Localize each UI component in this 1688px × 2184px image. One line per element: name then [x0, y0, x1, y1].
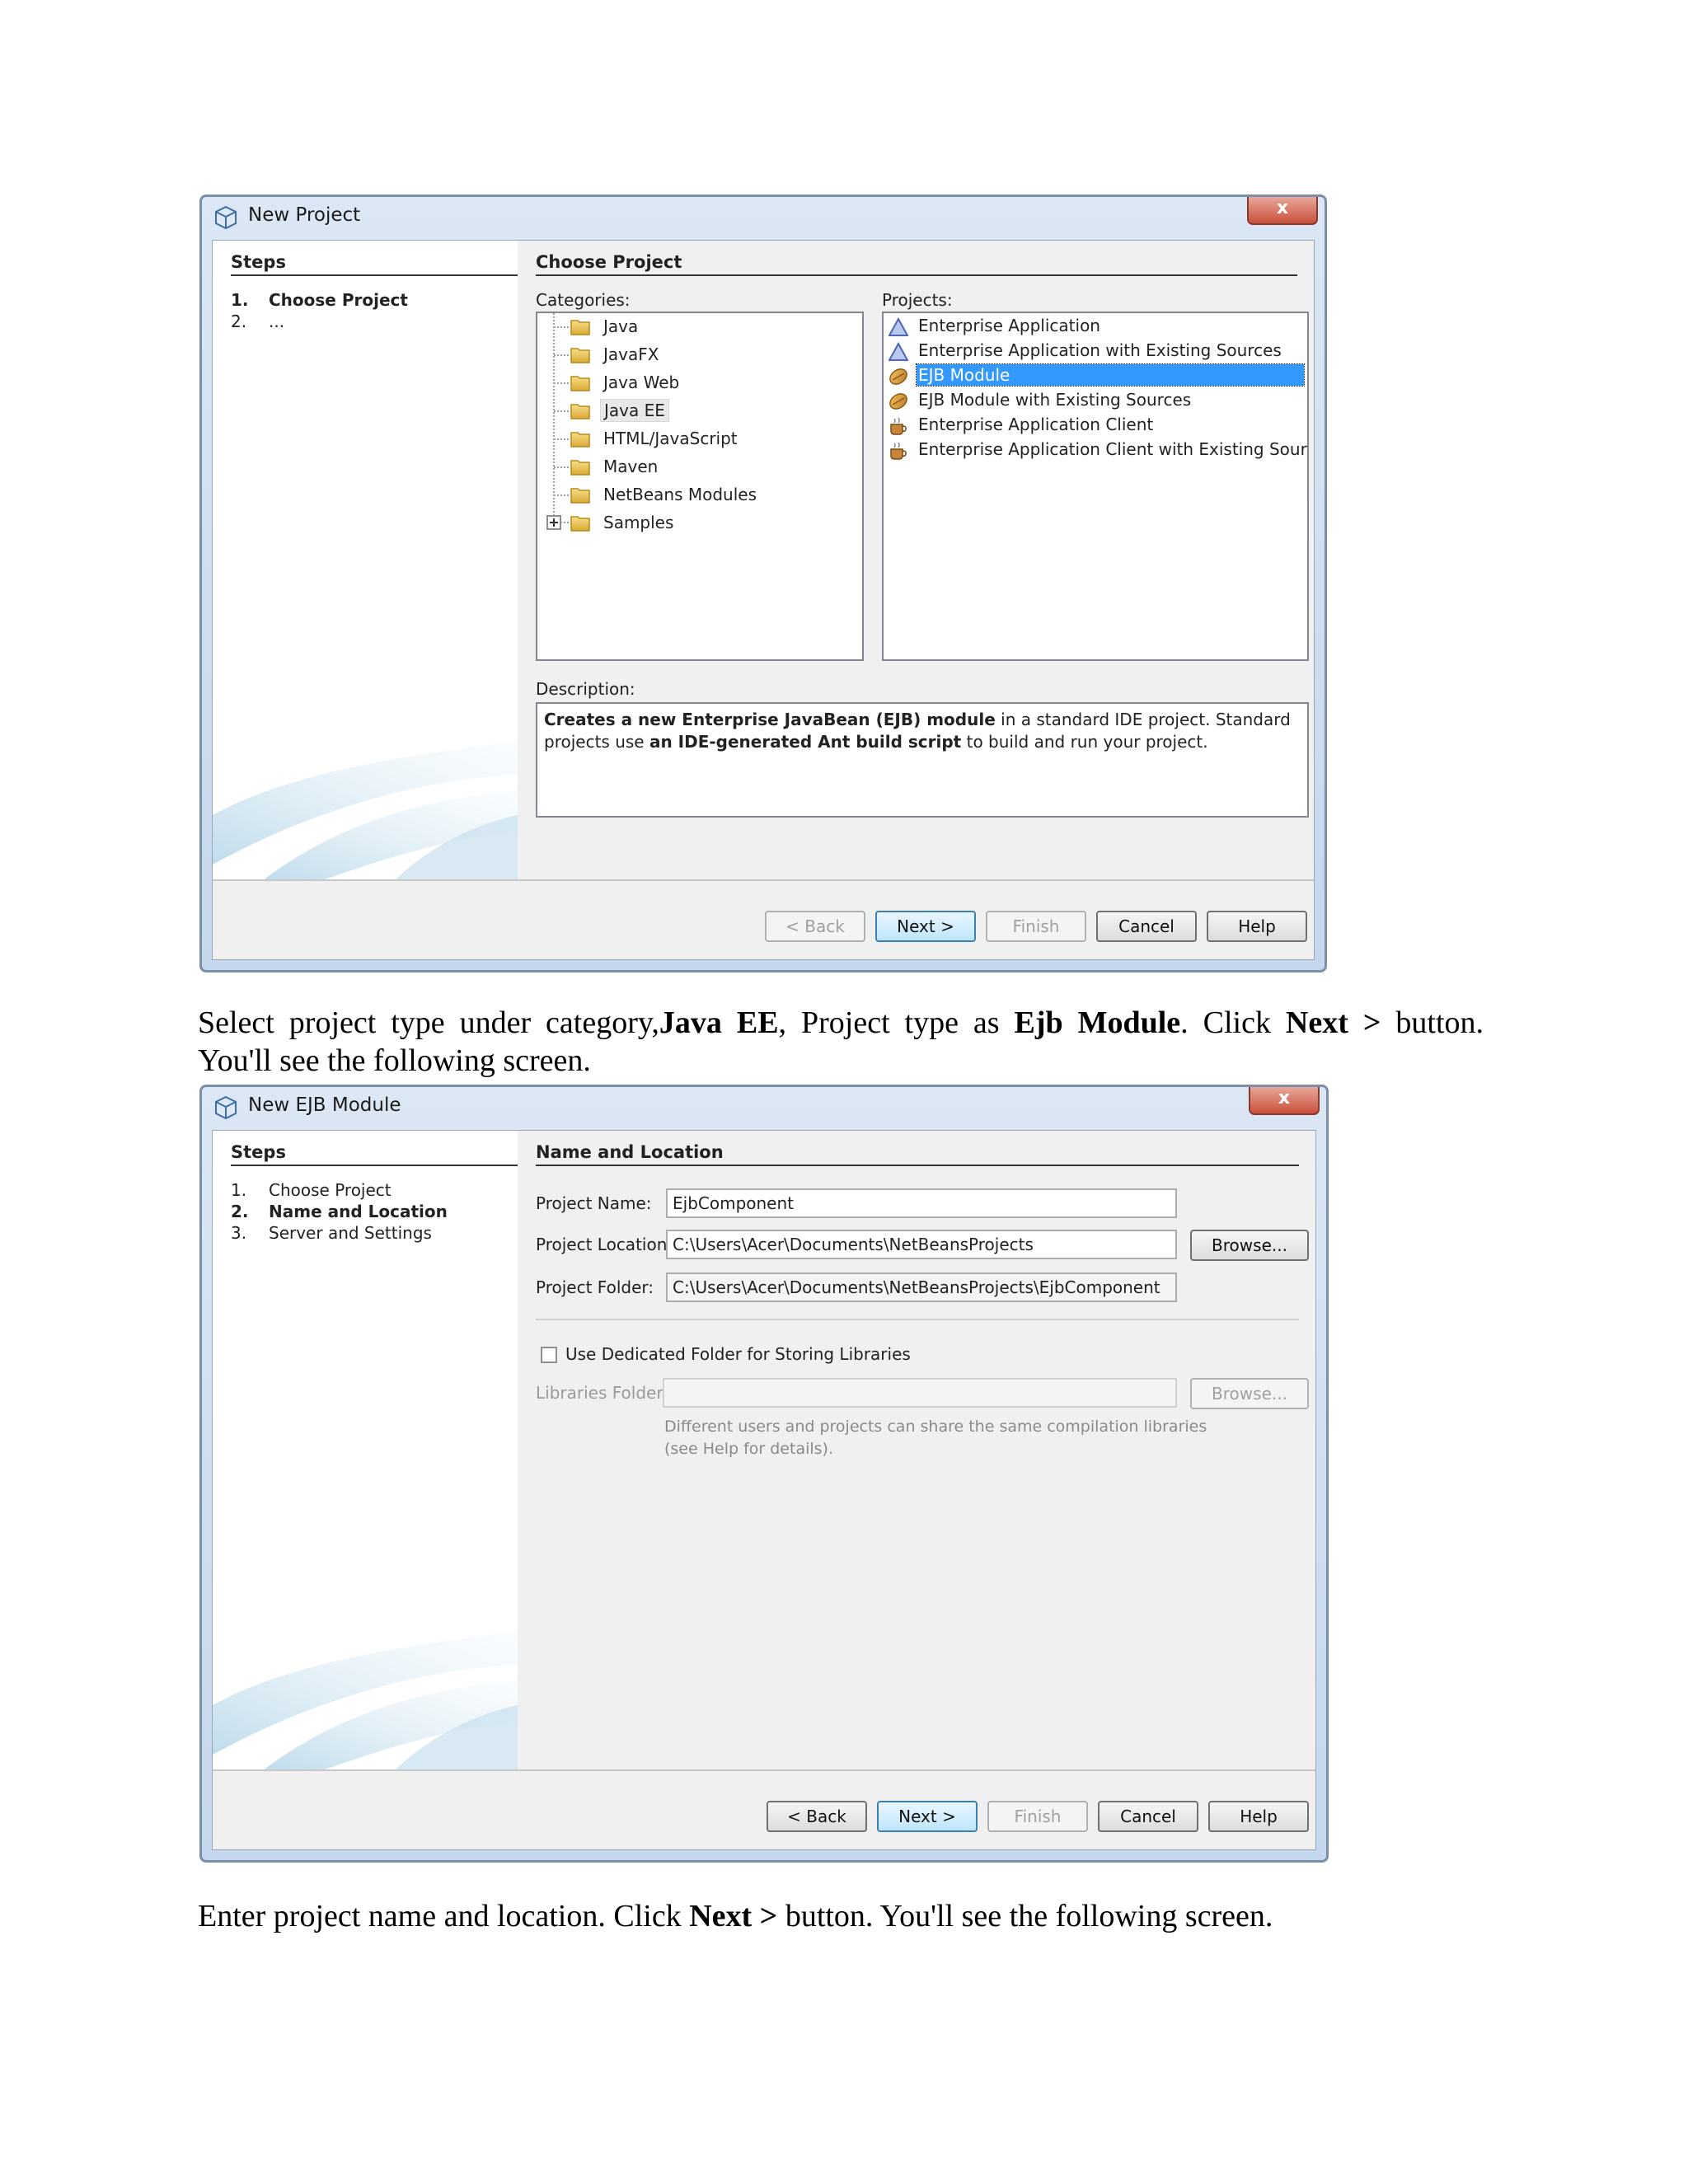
help-button[interactable]: Help [1207, 911, 1307, 942]
folder-icon [570, 376, 590, 391]
folder-icon [570, 516, 590, 532]
swoosh-decoration [213, 1631, 518, 1771]
dialog-client-area: Steps 1. Choose Project 2.... Choose Proj… [212, 240, 1315, 960]
triangle-app-icon [889, 317, 908, 336]
step-3: 3. Server and Settings [231, 1223, 432, 1243]
button-bar: < Back Next > Finish Cancel Help [213, 1769, 1315, 1849]
folder-icon [570, 460, 590, 476]
dialog-client-area: Steps 1. Choose Project 2. Name and Locati… [212, 1130, 1316, 1850]
title-bar: New Project x [202, 197, 1325, 238]
title-bar: New EJB Module x [202, 1087, 1326, 1128]
step-1: 1. Choose Project [231, 290, 408, 310]
new-project-dialog: New Project x Steps 1. Choose Project 2..… [199, 194, 1327, 972]
dedicated-folder-checkbox[interactable] [541, 1347, 557, 1363]
folder-icon [570, 488, 590, 504]
instruction-line-1: Select project type under category,Java … [198, 1005, 1484, 1040]
cancel-button[interactable]: Cancel [1098, 1801, 1198, 1832]
dedicated-folder-label: Use Dedicated Folder for Storing Librari… [565, 1344, 911, 1364]
project-location-label: Project Location: [536, 1235, 673, 1254]
next-button[interactable]: Next > [875, 911, 976, 942]
steps-header: Steps [231, 252, 518, 276]
description-box: Creates a new Enterprise JavaBean (EJB) … [536, 702, 1309, 818]
new-ejb-module-dialog: New EJB Module x Steps 1. Choose Project … [199, 1085, 1329, 1863]
folder-icon [570, 320, 590, 335]
back-button[interactable]: < Back [765, 911, 865, 942]
help-button[interactable]: Help [1208, 1801, 1309, 1832]
finish-button[interactable]: Finish [987, 1801, 1088, 1832]
triangle-app-icon [889, 342, 908, 361]
step-2: 2. Name and Location [231, 1202, 448, 1221]
description-text: Creates a new Enterprise JavaBean (EJB) … [544, 710, 1291, 752]
project-name-input[interactable]: EjbComponent [666, 1188, 1177, 1218]
project-location-input[interactable]: C:\Users\Acer\Documents\NetBeansProjects [666, 1230, 1177, 1259]
steps-pane: Steps 1. Choose Project 2.... [213, 241, 518, 881]
button-bar: < Back Next > Finish Cancel Help [213, 879, 1314, 959]
project-enterprise-application-existing[interactable]: Enterprise Application with Existing Sou… [887, 340, 1304, 363]
finish-button[interactable]: Finish [986, 911, 1086, 942]
projects-list[interactable]: Enterprise Application Enterprise Applic… [882, 312, 1309, 661]
steps-header: Steps [231, 1142, 518, 1166]
panel-title: Choose Project [536, 252, 1297, 276]
project-folder-input[interactable]: C:\Users\Acer\Documents\NetBeansProjects… [666, 1272, 1177, 1302]
bean-icon [889, 393, 907, 410]
instruction-paragraph-1: Select project type under category,Java … [198, 1004, 1484, 1080]
description-label: Description: [536, 679, 635, 699]
next-button[interactable]: Next > [877, 1801, 978, 1832]
categories-tree[interactable]: Java JavaFX Java Web Java EE HTML/JavaSc… [536, 312, 864, 661]
section-separator [536, 1319, 1299, 1320]
swoosh-decoration [213, 741, 518, 881]
browse-location-button[interactable]: Browse... [1190, 1230, 1309, 1261]
close-button[interactable]: x [1247, 197, 1318, 225]
cancel-button[interactable]: Cancel [1096, 911, 1197, 942]
libraries-folder-label: Libraries Folder: [536, 1383, 668, 1403]
project-enterprise-application-client-existing[interactable]: Enterprise Application Client with Exist… [887, 438, 1307, 462]
close-button[interactable]: x [1249, 1087, 1320, 1115]
instruction-line-2: You'll see the following screen. [198, 1043, 591, 1078]
step-1: 1. Choose Project [231, 1180, 392, 1200]
project-enterprise-application-client[interactable]: Enterprise Application Client [887, 414, 1304, 438]
libraries-hint: Different users and projects can share t… [664, 1418, 1207, 1458]
folder-icon [570, 404, 590, 419]
steps-pane: Steps 1. Choose Project 2. Name and Locati… [213, 1131, 518, 1771]
panel-title: Name and Location [536, 1142, 1299, 1166]
project-folder-label: Project Folder: [536, 1277, 654, 1297]
dialog-title: New EJB Module [248, 1094, 401, 1116]
bean-icon [889, 368, 907, 385]
project-ejb-module-existing[interactable]: EJB Module with Existing Sources [887, 389, 1304, 413]
netbeans-cube-icon [215, 205, 237, 230]
coffee-client-icon [890, 442, 907, 460]
folder-icon [570, 432, 590, 448]
categories-label: Categories: [536, 290, 631, 310]
project-ejb-module[interactable]: EJB Module [887, 363, 1305, 388]
back-button[interactable]: < Back [767, 1801, 867, 1832]
folder-icon [570, 348, 590, 363]
step-2: 2.... [231, 312, 285, 331]
projects-label: Projects: [882, 290, 953, 310]
project-enterprise-application[interactable]: Enterprise Application [887, 315, 1304, 339]
libraries-folder-input[interactable] [663, 1378, 1177, 1408]
netbeans-cube-icon [215, 1095, 237, 1120]
browse-libraries-button[interactable]: Browse... [1190, 1378, 1309, 1409]
coffee-client-icon [890, 417, 907, 435]
dialog-title: New Project [248, 204, 361, 226]
project-name-label: Project Name: [536, 1193, 652, 1213]
instruction-paragraph-2: Enter project name and location. Click N… [198, 1899, 1273, 1933]
